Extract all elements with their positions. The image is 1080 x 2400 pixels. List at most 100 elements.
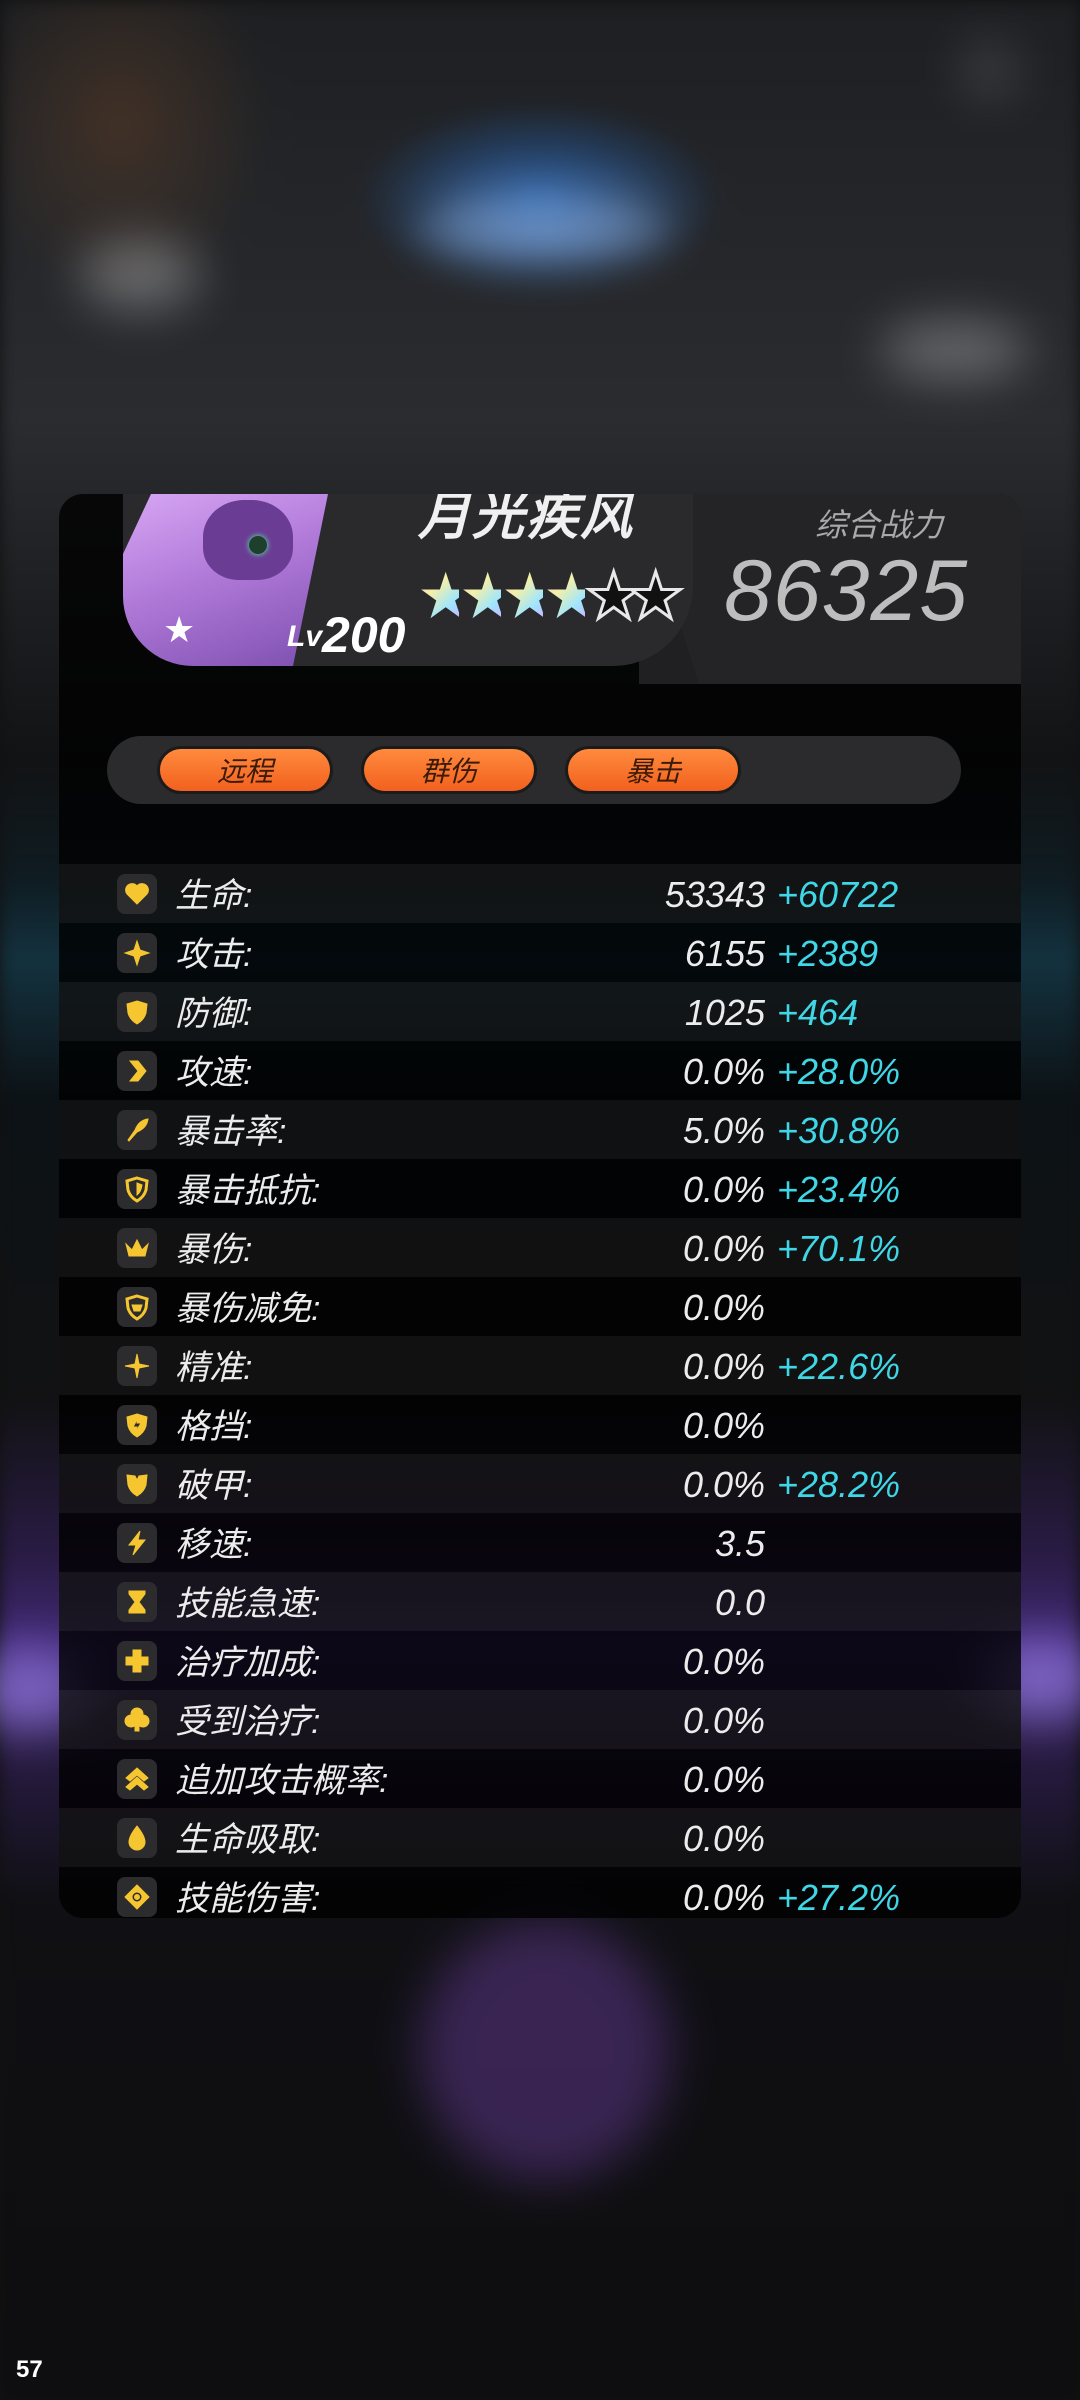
stat-row: 受到治疗: 0.0%	[59, 1690, 1021, 1749]
power-value: 86325	[724, 543, 969, 639]
broken-shield-icon	[117, 1464, 157, 1504]
shield-outline-icon	[117, 1169, 157, 1209]
stat-base-value: 0.0%	[682, 1877, 765, 1918]
fps-counter: 57	[16, 2356, 43, 2383]
level-prefix: Lv	[287, 620, 323, 653]
hero-portrait-eye	[249, 536, 267, 554]
stat-row: 治疗加成: 0.0%	[59, 1631, 1021, 1690]
stat-base-value: 0.0%	[682, 1287, 765, 1328]
stat-label: 受到治疗:	[175, 1703, 321, 1741]
feather-icon	[117, 1110, 157, 1150]
background-blob	[420, 190, 670, 260]
stat-bonus-value: +22.6%	[777, 1346, 901, 1387]
stat-row: 格挡: 0.0%	[59, 1395, 1021, 1454]
stat-bonus-value: +23.4%	[777, 1169, 901, 1210]
background-blob	[880, 320, 1030, 380]
hero-stats-panel: ★ 月光疾风 ★ ★ ★ ★ ★ ★ Lv200 综合战力 86325 远程 群伤 暴击 …	[59, 494, 1021, 1918]
target-icon	[117, 1877, 157, 1917]
crosshair-icon	[117, 1346, 157, 1386]
stat-base-value: 0.0%	[682, 1346, 765, 1387]
tag-ranged[interactable]: 远程	[157, 746, 333, 794]
background-blob	[420, 1920, 670, 2180]
star-empty-icon: ★	[584, 560, 644, 632]
star-filled-icon: ★	[543, 560, 601, 632]
plus-icon	[117, 1641, 157, 1681]
stat-bonus-value: +28.2%	[777, 1464, 901, 1505]
stat-row: 追加攻击概率: 0.0%	[59, 1749, 1021, 1808]
crown-icon	[117, 1228, 157, 1268]
stat-bonus-value: +27.2%	[777, 1877, 901, 1918]
level-value: 200	[322, 607, 406, 663]
stat-bonus-value: +30.8%	[777, 1110, 901, 1151]
hero-portrait-head	[203, 500, 293, 580]
stat-row: 暴击抵抗: 0.0% +23.4%	[59, 1159, 1021, 1218]
stat-row: 生命: 53343 +60722	[59, 864, 1021, 923]
star-filled-icon: ★	[417, 560, 475, 632]
stat-base-value: 6155	[684, 933, 765, 974]
stat-base-value: 0.0%	[682, 1641, 765, 1682]
stat-label: 追加攻击概率:	[175, 1762, 389, 1800]
stat-base-value: 5.0%	[682, 1110, 765, 1151]
stat-label: 暴伤减免:	[175, 1290, 321, 1328]
stat-base-value: 1025	[684, 992, 765, 1033]
stat-base-value: 0.0%	[682, 1464, 765, 1505]
stat-label: 暴击抵抗:	[175, 1172, 321, 1210]
drop-icon	[117, 1818, 157, 1858]
stat-label: 移速:	[175, 1526, 253, 1564]
stat-base-value: 0.0%	[682, 1169, 765, 1210]
heart-icon	[117, 874, 157, 914]
star-empty-icon: ★	[626, 560, 686, 632]
shield-bolt-icon	[117, 1405, 157, 1445]
stat-row: 技能急速: 0.0	[59, 1572, 1021, 1631]
stat-row: 攻击: 6155 +2389	[59, 923, 1021, 982]
stat-label: 治疗加成:	[175, 1644, 321, 1682]
double-chevron-up-icon	[117, 1759, 157, 1799]
stat-row: 暴伤减免: 0.0%	[59, 1277, 1021, 1336]
power-label: 综合战力	[815, 507, 944, 543]
stat-row: 暴击率: 5.0% +30.8%	[59, 1100, 1021, 1159]
sparkle-icon	[117, 933, 157, 973]
stat-label: 生命:	[175, 877, 253, 915]
stat-bonus-value: +70.1%	[777, 1228, 901, 1269]
background-blob	[960, 40, 1020, 100]
stat-base-value: 0.0%	[682, 1051, 765, 1092]
lightning-icon	[117, 1523, 157, 1563]
stats-list: 生命: 53343 +60722 攻击: 6155 +2389 防御: 1025 +464 攻速:…	[59, 864, 1021, 1918]
stat-base-value: 0.0	[714, 1582, 765, 1623]
stat-row: 攻速: 0.0% +28.0%	[59, 1041, 1021, 1100]
stat-base-value: 0.0%	[682, 1228, 765, 1269]
hero-level: Lv200	[287, 606, 405, 664]
stat-label: 破甲:	[175, 1467, 253, 1505]
hero-portrait-star: ★	[163, 609, 196, 650]
clover-icon	[117, 1700, 157, 1740]
background-blob	[80, 240, 200, 310]
stat-label: 暴击率:	[175, 1113, 287, 1151]
star-rating: ★ ★ ★ ★ ★ ★	[417, 560, 686, 632]
tag-crit[interactable]: 暴击	[565, 746, 741, 794]
stat-label: 技能伤害:	[175, 1880, 321, 1918]
screen: ★ 月光疾风 ★ ★ ★ ★ ★ ★ Lv200 综合战力 86325 远程 群伤 暴击 …	[0, 0, 1080, 2400]
stat-bonus-value: +60722	[777, 874, 899, 915]
stat-row: 精准: 0.0% +22.6%	[59, 1336, 1021, 1395]
tag-aoe[interactable]: 群伤	[361, 746, 537, 794]
stat-label: 技能急速:	[175, 1585, 321, 1623]
star-filled-icon: ★	[501, 560, 559, 632]
stat-bonus-value: +28.0%	[777, 1051, 901, 1092]
tag-bar: 远程 群伤 暴击	[107, 736, 961, 804]
stat-label: 攻速:	[175, 1054, 253, 1092]
hero-banner: ★ 月光疾风 ★ ★ ★ ★ ★ ★ Lv200	[123, 494, 693, 666]
stat-base-value: 0.0%	[682, 1818, 765, 1859]
hero-name: 月光疾风	[418, 494, 635, 546]
chevron-right-icon	[117, 1051, 157, 1091]
stat-label: 防御:	[175, 995, 253, 1033]
stat-label: 攻击:	[175, 936, 253, 974]
stat-bonus-value: +464	[777, 992, 859, 1033]
stat-bonus-value: +2389	[777, 933, 879, 974]
shield-emblem-icon	[117, 1287, 157, 1327]
stat-row: 生命吸取: 0.0%	[59, 1808, 1021, 1867]
stat-base-value: 0.0%	[682, 1405, 765, 1446]
hourglass-icon	[117, 1582, 157, 1622]
stat-label: 生命吸取:	[175, 1821, 321, 1859]
shield-icon	[117, 992, 157, 1032]
stat-base-value: 0.0%	[682, 1700, 765, 1741]
